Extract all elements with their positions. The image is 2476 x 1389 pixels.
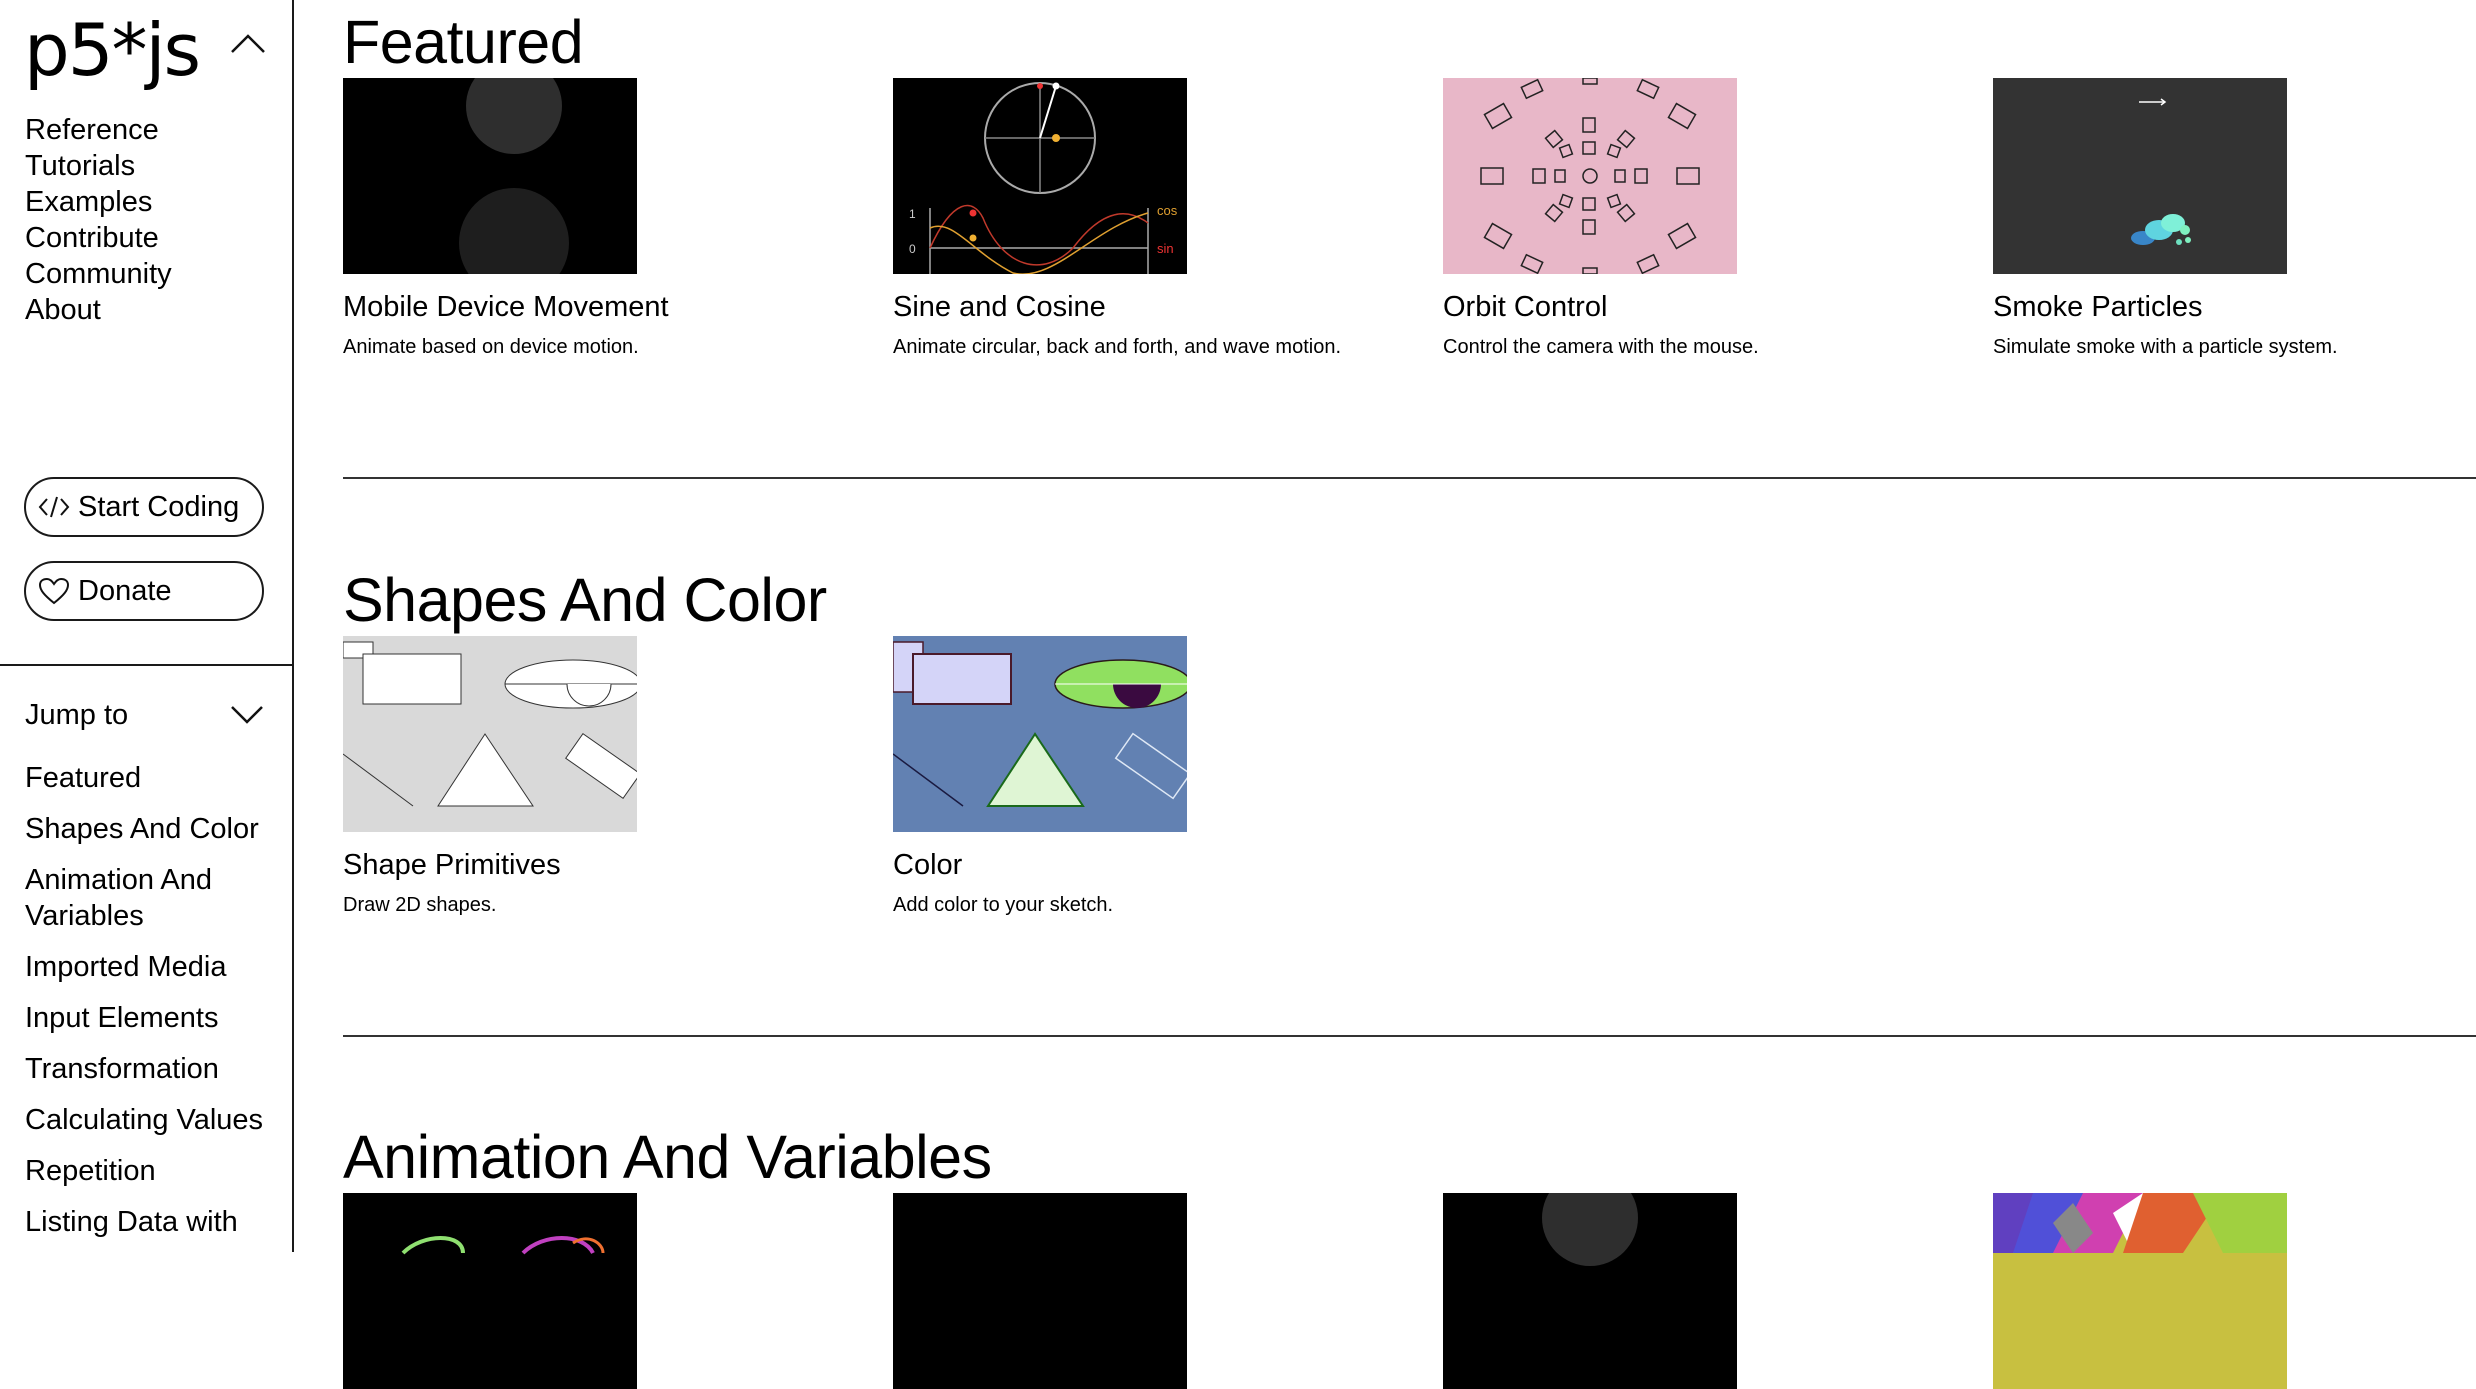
card-description: Add color to your sketch. xyxy=(893,894,1114,916)
jump-listing-data[interactable]: Listing Data with xyxy=(25,1204,265,1240)
example-card-animation-3[interactable] xyxy=(1443,1193,1943,1389)
nav-about[interactable]: About xyxy=(25,292,172,328)
section-title-animation-and-variables: Animation And Variables xyxy=(343,1123,992,1191)
jump-animation-and-variables[interactable]: Animation And Variables xyxy=(25,862,265,934)
card-description: Animate circular, back and forth, and wa… xyxy=(893,336,1342,358)
thumbnail-sine-and-cosine: 1 0 cos sin xyxy=(893,78,1187,274)
examples-main: Featured Mobile Device Movement Animate … xyxy=(343,0,2476,1389)
section-divider xyxy=(343,1035,2476,1037)
heart-icon xyxy=(38,577,70,605)
card-title: Sine and Cosine xyxy=(893,291,1106,323)
card-description: Control the camera with the mouse. xyxy=(1443,336,1759,358)
jump-to-list: Featured Shapes And Color Animation And … xyxy=(25,760,265,1255)
card-title: Smoke Particles xyxy=(1993,291,2203,323)
card-description: Draw 2D shapes. xyxy=(343,894,497,916)
nav-community[interactable]: Community xyxy=(25,256,172,292)
jump-input-elements[interactable]: Input Elements xyxy=(25,1000,265,1036)
example-card-mobile-device-movement[interactable]: Mobile Device Movement Animate based on … xyxy=(343,78,843,360)
card-description: Simulate smoke with a particle system. xyxy=(1993,336,2338,358)
chevron-down-icon xyxy=(231,706,263,724)
section-title-shapes-and-color: Shapes And Color xyxy=(343,566,827,634)
donate-label: Donate xyxy=(78,574,172,607)
example-card-animation-4[interactable] xyxy=(1993,1193,2476,1389)
card-title: Shape Primitives xyxy=(343,849,561,881)
jump-transformation[interactable]: Transformation xyxy=(25,1051,265,1087)
thumbnail-animation-4 xyxy=(1993,1193,2287,1389)
example-card-shape-primitives[interactable]: Shape Primitives Draw 2D shapes. xyxy=(343,636,843,918)
thumbnail-animation-3 xyxy=(1443,1193,1737,1389)
jump-to-toggle[interactable]: Jump to xyxy=(25,695,265,735)
jump-featured[interactable]: Featured xyxy=(25,760,265,796)
example-card-smoke-particles[interactable]: Smoke Particles Simulate smoke with a pa… xyxy=(1993,78,2476,360)
sidebar-divider xyxy=(0,664,294,666)
thumb-label-cos: cos xyxy=(1157,203,1178,218)
thumb-label-one: 1 xyxy=(909,207,916,221)
card-description: Animate based on device motion. xyxy=(343,336,639,358)
thumbnail-mobile-device-movement xyxy=(343,78,637,274)
section-title-featured: Featured xyxy=(343,8,584,76)
thumbnail-animation-2 xyxy=(893,1193,1187,1389)
jump-shapes-and-color[interactable]: Shapes And Color xyxy=(25,811,265,847)
thumbnail-animation-1 xyxy=(343,1193,637,1389)
thumbnail-color xyxy=(893,636,1187,832)
example-card-sine-and-cosine[interactable]: 1 0 cos sin Sine and Cosine Animate circ… xyxy=(893,78,1393,360)
thumbnail-smoke-particles xyxy=(1993,78,2287,274)
sidebar: p5*js Reference Tutorials Examples Contr… xyxy=(0,0,294,1252)
card-title: Color xyxy=(893,849,963,881)
p5js-logo[interactable]: p5*js xyxy=(24,14,201,86)
jump-repetition[interactable]: Repetition xyxy=(25,1153,265,1189)
jump-calculating-values[interactable]: Calculating Values xyxy=(25,1102,265,1138)
start-coding-button[interactable]: Start Coding xyxy=(24,477,264,537)
nav-examples[interactable]: Examples xyxy=(25,184,172,220)
code-icon xyxy=(38,496,70,518)
start-coding-label: Start Coding xyxy=(78,490,240,523)
nav-tutorials[interactable]: Tutorials xyxy=(25,148,172,184)
nav-reference[interactable]: Reference xyxy=(25,112,172,148)
example-card-animation-1[interactable] xyxy=(343,1193,843,1389)
example-card-animation-2[interactable] xyxy=(893,1193,1393,1389)
card-title: Mobile Device Movement xyxy=(343,291,669,323)
example-card-color[interactable]: Color Add color to your sketch. xyxy=(893,636,1393,918)
donate-button[interactable]: Donate xyxy=(24,561,264,621)
jump-imported-media[interactable]: Imported Media xyxy=(25,949,265,985)
main-nav: Reference Tutorials Examples Contribute … xyxy=(25,112,172,328)
chevron-up-icon[interactable] xyxy=(228,30,268,56)
thumb-label-sin: sin xyxy=(1157,241,1174,256)
thumbnail-orbit-control xyxy=(1443,78,1737,274)
card-title: Orbit Control xyxy=(1443,291,1608,323)
thumb-label-zero: 0 xyxy=(909,242,916,256)
jump-to-label: Jump to xyxy=(25,699,129,731)
thumbnail-shape-primitives xyxy=(343,636,637,832)
example-card-orbit-control[interactable]: Orbit Control Control the camera with th… xyxy=(1443,78,1943,360)
nav-contribute[interactable]: Contribute xyxy=(25,220,172,256)
section-divider xyxy=(343,477,2476,479)
